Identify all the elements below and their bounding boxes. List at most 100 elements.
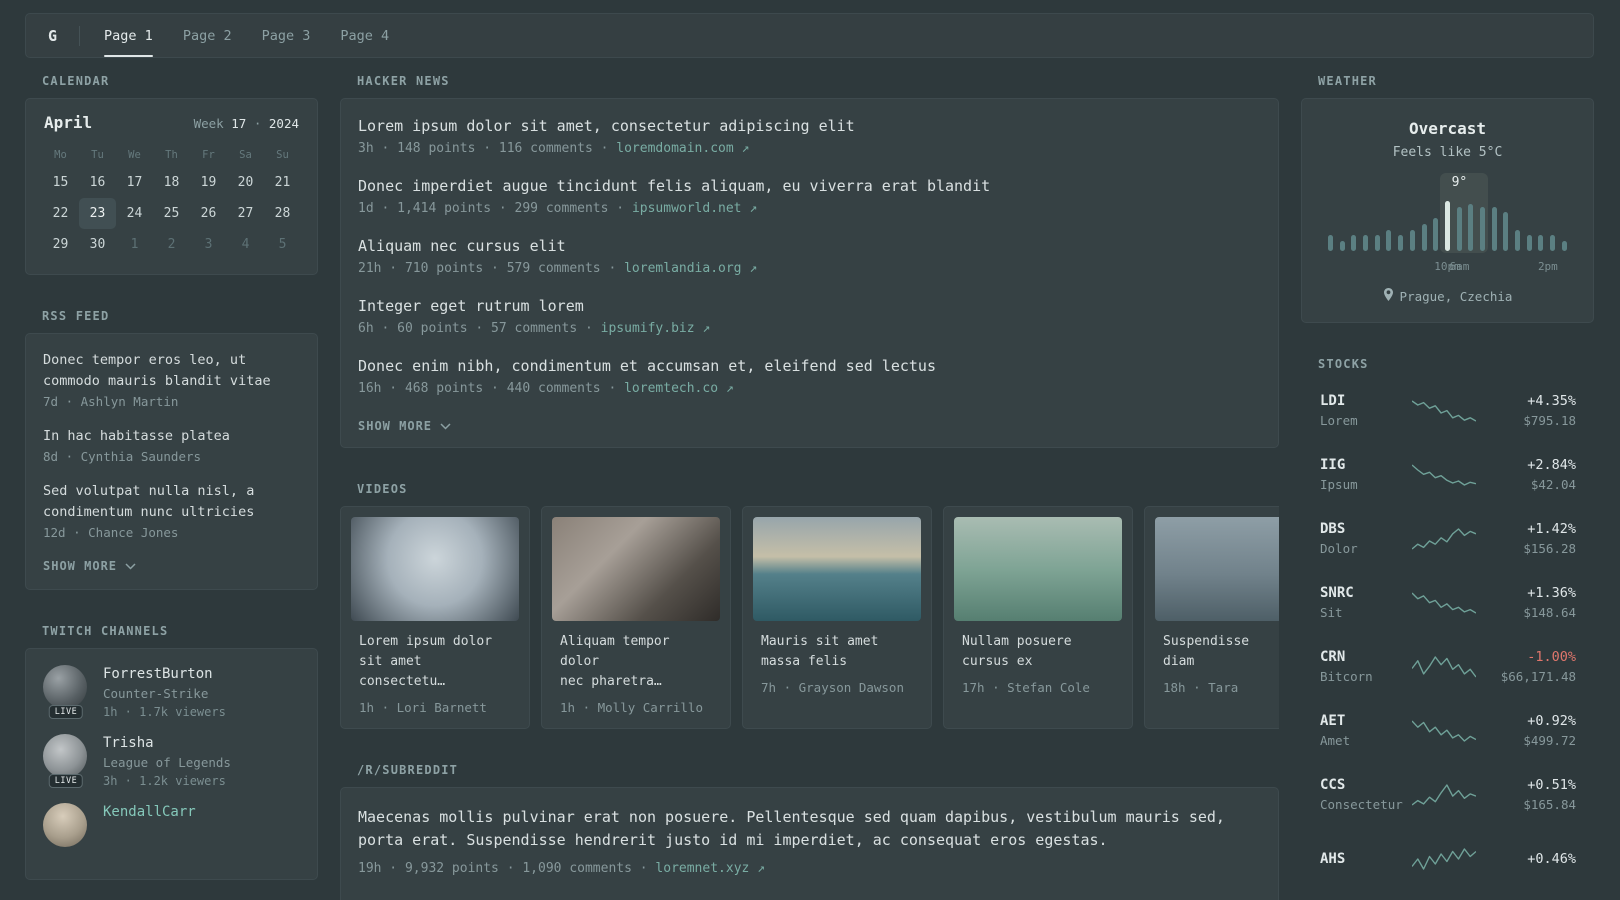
subreddit-domain-link[interactable]: loremnet.xyz ↗ [655,861,765,876]
video-thumbnail[interactable] [753,517,921,621]
stock-row[interactable]: CRN Bitcorn -1.00% $66,171.48 [1302,642,1593,691]
hackernews-domain-link[interactable]: ipsumworld.net ↗ [632,201,757,216]
external-link-icon: ↗ [702,321,711,336]
app-logo[interactable]: G [48,27,57,45]
calendar-day: 4 [241,237,250,252]
stock-id: SNRC Sit [1320,585,1408,620]
weather-bar [1433,218,1439,251]
hackernews-item-title[interactable]: Lorem ipsum dolor sit amet, consectetur … [358,117,1261,135]
page-tab[interactable]: Page 3 [262,14,311,57]
section-label-stocks: STOCKS [1318,357,1369,371]
weather-bar [1351,235,1357,251]
stock-change: +1.36% [1527,585,1576,601]
weather-bar [1491,207,1497,251]
weather-time-label: 2pm [1537,260,1558,273]
rss-item-title[interactable]: In hac habitasse platea [43,426,300,447]
rss-show-more-button[interactable]: SHOW MORE [43,557,300,575]
hackernews-item-meta: 1d · 1,414 points · 299 comments · ipsum… [358,201,1261,216]
video-title[interactable]: Nullam posuere cursus ex [962,632,1114,672]
video-title[interactable]: Mauris sit amet massa felis [761,632,913,672]
stock-values: -1.00% $66,171.48 [1480,649,1576,684]
video-thumbnail[interactable] [1155,517,1279,621]
weather-card: Overcast Feels like 5°C 9° 6am 2pm 10pm Pr… [1301,98,1594,323]
video-title[interactable]: Lorem ipsum dolor sit amet consectetu… [359,632,511,692]
hackernews-item-title[interactable]: Integer eget rutrum lorem [358,297,1261,315]
stock-row[interactable]: SNRC Sit +1.36% $148.64 [1302,578,1593,627]
calendar-day: 28 [274,206,291,221]
stock-name: Consectetur [1320,797,1403,812]
video-card[interactable]: Mauris sit amet massa felis 7h · Grayson… [742,506,932,729]
dashboard-page: G Page 1 Page 2 Page 3 Page 4 CALENDAR A… [0,0,1620,900]
rss-item[interactable]: Sed volutpat nulla nisl, a condimentum n… [43,481,300,540]
stock-change: -1.00% [1527,649,1576,665]
calendar-day: 24 [126,206,143,221]
video-card[interactable]: Lorem ipsum dolor sit amet consectetu… 1… [340,506,530,729]
twitch-channel-name[interactable]: KendallCarr [103,804,196,820]
calendar-weekday: Tu [91,149,104,161]
rss-item-title[interactable]: Donec tempor eros leo, ut commodo mauris… [43,350,300,392]
video-card[interactable]: Aliquam tempor dolor nec pharetra… 1h · … [541,506,731,729]
rss-item[interactable]: Donec tempor eros leo, ut commodo mauris… [43,350,300,409]
calendar-day-grid: 15 16 17 18 19 20 21 22 23 24 25 26 27 28 29 30 1 2 3 4 5 [42,167,301,260]
weather-time-label: 10pm [1434,260,1461,273]
stock-row[interactable]: IIG Ipsum +2.84% $42.04 [1302,450,1593,499]
hackernews-domain-link[interactable]: loremdomain.com ↗ [616,141,749,156]
calendar-weekday: Su [276,149,289,161]
weather-bar [1386,230,1392,251]
stock-name: Ipsum [1320,477,1358,492]
weather-location: Prague, Czechia [1318,288,1577,304]
stock-price: $795.18 [1523,413,1576,428]
weather-current-temp: 9° [1451,175,1468,190]
rss-item-meta: 7d · Ashlyn Martin [43,394,179,409]
stock-row[interactable]: AHS +0.46% [1302,834,1593,883]
hackernews-domain-link[interactable]: loremtech.co ↗ [624,381,734,396]
hackernews-show-more-button[interactable]: SHOW MORE [358,417,1261,435]
stock-price: $66,171.48 [1500,669,1576,684]
subreddit-post-title[interactable]: Maecenas mollis pulvinar erat non posuer… [358,806,1261,852]
stock-row[interactable]: LDI Lorem +4.35% $795.18 [1302,386,1593,435]
page-tab[interactable]: Page 1 [104,14,153,57]
twitch-channel-row[interactable]: LIVE Trisha League of Legends 3h · 1.2k … [43,734,300,788]
twitch-channel-row[interactable]: KendallCarr [43,803,300,854]
stock-name: Dolor [1320,541,1358,556]
stock-ticker: LDI [1320,393,1346,409]
stock-name: Sit [1320,605,1343,620]
page-tab[interactable]: Page 2 [183,14,232,57]
video-thumbnail[interactable] [351,517,519,621]
page-tab[interactable]: Page 4 [340,14,389,57]
page-tab-label: Page 2 [182,27,232,44]
video-title[interactable]: Aliquam tempor dolor nec pharetra… [560,632,712,692]
rss-item[interactable]: In hac habitasse platea 8d · Cynthia Sau… [43,426,300,464]
section-label-subreddit: /R/SUBREDDIT [357,763,459,777]
calendar-day: 20 [237,175,254,190]
video-meta: 7h · Grayson Dawson [761,680,904,695]
hackernews-item-title[interactable]: Aliquam nec cursus elit [358,237,1261,255]
hackernews-item-title[interactable]: Donec enim nibh, condimentum et accumsan… [358,357,1261,375]
calendar-weekday: Sa [239,149,252,161]
stock-name: Lorem [1320,413,1358,428]
calendar-year: 2024 [268,116,299,131]
video-thumbnail[interactable] [954,517,1122,621]
video-thumbnail[interactable] [552,517,720,621]
calendar-separator: · [253,116,262,131]
twitch-channel-name[interactable]: Trisha [103,735,231,751]
stock-row[interactable]: AET Amet +0.92% $499.72 [1302,706,1593,755]
hackernews-domain-link[interactable]: loremlandia.org ↗ [624,261,757,276]
hackernews-domain-link[interactable]: ipsumify.biz ↗ [601,321,711,336]
video-title[interactable]: Suspendisse diam [1163,632,1279,672]
stock-sparkline [1412,527,1476,550]
stock-row[interactable]: DBS Dolor +1.42% $156.28 [1302,514,1593,563]
video-meta: 1h · Lori Barnett [359,700,487,715]
stock-row[interactable]: CCS Consectetur +0.51% $165.84 [1302,770,1593,819]
twitch-channel-row[interactable]: LIVE ForrestBurton Counter-Strike 1h · 1… [43,665,300,719]
rss-item-title[interactable]: Sed volutpat nulla nisl, a condimentum n… [43,481,300,523]
hackernews-meta-text: 16h · 468 points · 440 comments · [358,381,617,396]
hackernews-item-title[interactable]: Donec imperdiet augue tincidunt felis al… [358,177,1261,195]
twitch-channel-name[interactable]: ForrestBurton [103,666,226,682]
page-tab-label: Page 3 [261,27,311,44]
calendar-day: 17 [126,175,143,190]
video-card[interactable]: Nullam posuere cursus ex 17h · Stefan Co… [943,506,1133,729]
video-card[interactable]: Suspendisse diam 18h · Tara [1144,506,1279,729]
weather-bar [1503,212,1509,251]
chevron-down-icon [440,419,451,433]
